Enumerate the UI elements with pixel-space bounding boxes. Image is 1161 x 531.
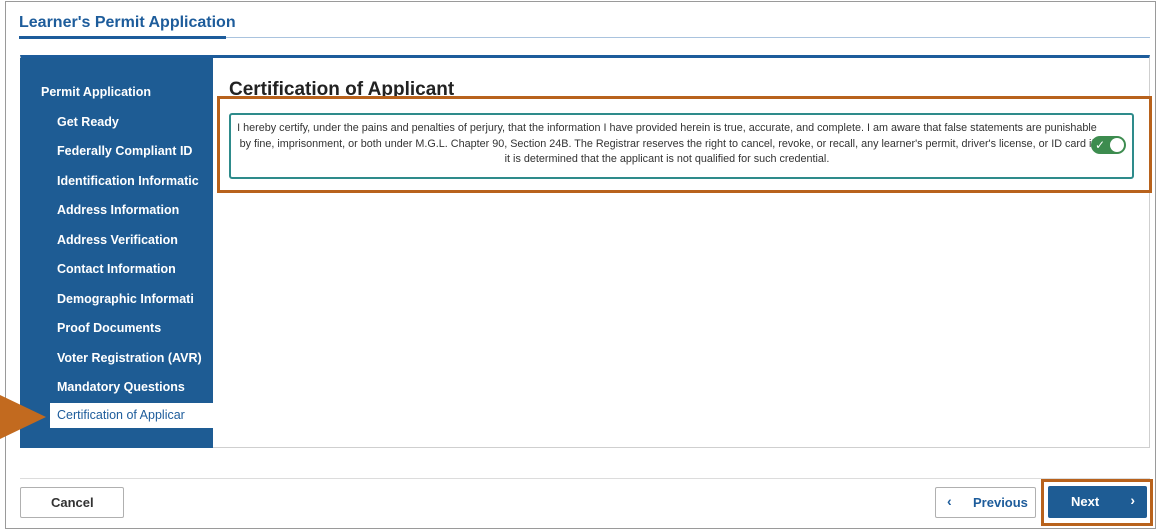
cancel-button-label: Cancel bbox=[51, 495, 94, 510]
sidebar-item-contact-information[interactable]: Contact Information bbox=[57, 262, 213, 276]
pointer-arrow-annotation bbox=[0, 395, 46, 439]
sidebar-nav: Permit Application Get Ready Federally C… bbox=[20, 58, 213, 448]
sidebar-item-federally-compliant-id[interactable]: Federally Compliant ID bbox=[57, 144, 213, 158]
certify-toggle[interactable]: ✓ bbox=[1091, 136, 1126, 154]
certification-text: I hereby certify, under the pains and pe… bbox=[237, 122, 1097, 165]
sidebar-item-voter-registration[interactable]: Voter Registration (AVR) bbox=[57, 351, 213, 365]
sidebar-item-get-ready[interactable]: Get Ready bbox=[57, 115, 213, 129]
sidebar-heading: Permit Application bbox=[41, 85, 151, 99]
page-title: Learner's Permit Application bbox=[19, 14, 236, 31]
sidebar-item-address-verification[interactable]: Address Verification bbox=[57, 233, 213, 247]
sidebar-item-identification-information[interactable]: Identification Informatic bbox=[57, 174, 213, 188]
next-button-label: Next bbox=[1071, 494, 1100, 509]
sidebar-item-mandatory-questions[interactable]: Mandatory Questions bbox=[57, 380, 213, 394]
chevron-right-icon: › bbox=[1130, 492, 1135, 508]
chevron-left-icon: ‹ bbox=[947, 493, 952, 509]
sidebar-item-demographic-information[interactable]: Demographic Informati bbox=[57, 292, 213, 306]
title-divider bbox=[226, 37, 1150, 38]
title-underline bbox=[19, 36, 226, 39]
previous-button-label: Previous bbox=[973, 495, 1028, 510]
certification-box: I hereby certify, under the pains and pe… bbox=[229, 113, 1134, 179]
toggle-knob bbox=[1110, 138, 1124, 152]
previous-button[interactable]: ‹ Previous bbox=[935, 487, 1036, 518]
cancel-button[interactable]: Cancel bbox=[20, 487, 124, 518]
sidebar-item-proof-documents[interactable]: Proof Documents bbox=[57, 321, 213, 335]
check-icon: ✓ bbox=[1095, 138, 1106, 152]
footer-divider bbox=[20, 478, 1150, 479]
sidebar-item-certification-of-applicant[interactable]: Certification of Applicar bbox=[50, 403, 213, 428]
next-button[interactable]: Next › bbox=[1048, 486, 1147, 518]
sidebar-item-address-information[interactable]: Address Information bbox=[57, 203, 213, 217]
